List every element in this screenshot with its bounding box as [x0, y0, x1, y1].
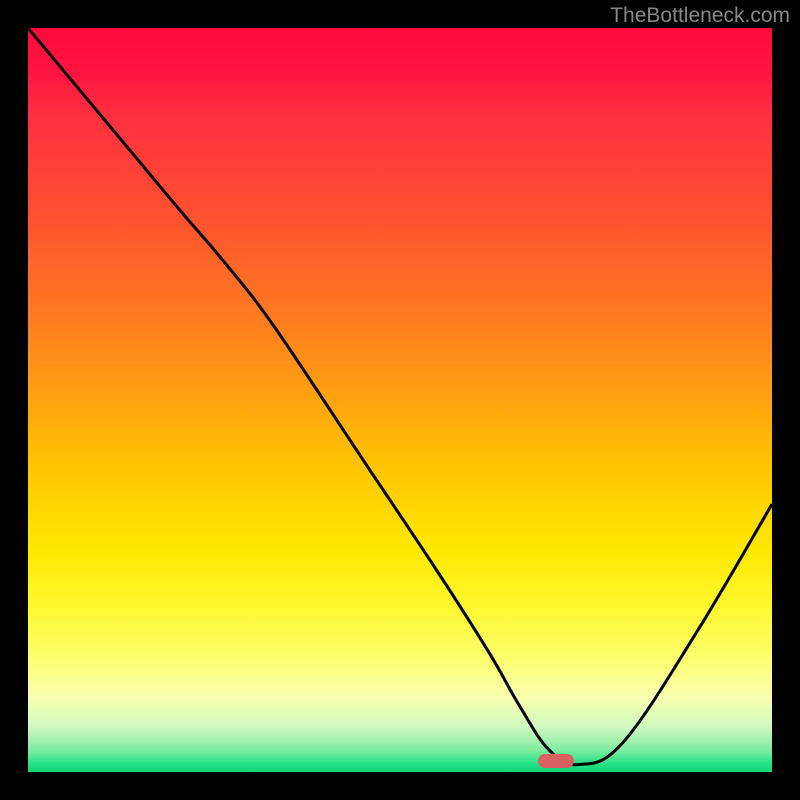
watermark-text: TheBottleneck.com: [610, 4, 790, 28]
chart-curve: [28, 28, 772, 772]
optimal-marker: [538, 754, 574, 768]
plot-area: [28, 28, 772, 772]
